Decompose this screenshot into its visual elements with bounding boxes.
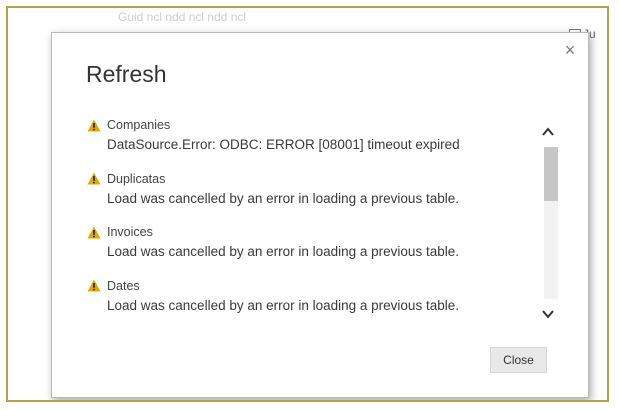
warning-triangle-icon: [87, 226, 101, 238]
list-item-header: Companies: [87, 116, 527, 134]
scrollbar-track[interactable]: [544, 147, 558, 299]
refresh-dialog: × Refresh Companies DataSource.Error: OD…: [51, 32, 589, 398]
vertical-scrollbar[interactable]: [540, 125, 558, 321]
list-item: Dates Load was cancelled by an error in …: [87, 277, 527, 331]
screenshot-frame: Guid ncl ndd ncl ndd ncl Ju A Se O N D J…: [6, 6, 609, 402]
list-item-header: Invoices: [87, 223, 527, 241]
chevron-down-icon[interactable]: [540, 307, 556, 321]
table-name: Dates: [107, 278, 140, 293]
dialog-title: Refresh: [86, 61, 167, 87]
warning-triangle-icon: [87, 119, 101, 131]
error-message: Load was cancelled by an error in loadin…: [107, 244, 459, 259]
error-message: DataSource.Error: ODBC: ERROR [08001] ti…: [107, 137, 460, 152]
list-item-header: Duplicatas: [87, 170, 527, 188]
table-name: Invoices: [107, 225, 153, 239]
list-item: Duplicatas Load was cancelled by an erro…: [87, 170, 527, 224]
scrollbar-thumb[interactable]: [544, 147, 558, 201]
warning-triangle-icon: [87, 279, 101, 292]
chevron-up-icon[interactable]: [540, 125, 556, 139]
list-item: Companies DataSource.Error: ODBC: ERROR …: [87, 116, 527, 170]
close-icon[interactable]: ×: [562, 41, 578, 59]
list-item: Invoices Load was cancelled by an error …: [87, 223, 527, 277]
error-message: Load was cancelled by an error in loadin…: [107, 190, 459, 206]
background-header-text: Guid ncl ndd ncl ndd ncl: [118, 10, 247, 24]
error-list: Companies DataSource.Error: ODBC: ERROR …: [87, 116, 527, 330]
table-name: Companies: [107, 118, 171, 132]
warning-triangle-icon: [87, 172, 101, 185]
table-name: Duplicatas: [107, 171, 166, 186]
close-button[interactable]: Close: [490, 347, 547, 373]
error-message: Load was cancelled by an error in loadin…: [107, 297, 459, 313]
list-item-header: Dates: [87, 277, 527, 295]
